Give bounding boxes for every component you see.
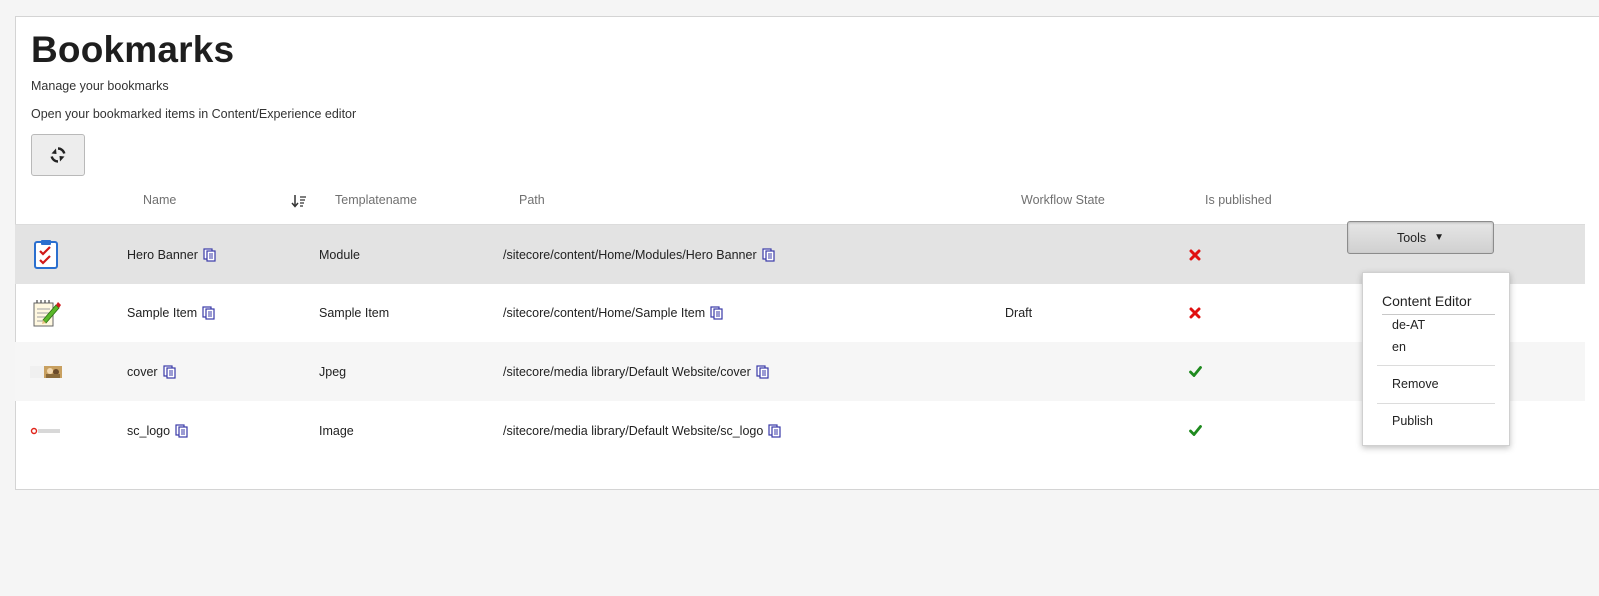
workflow-state: Draft (1005, 305, 1033, 320)
menu-item-remove[interactable]: Remove (1392, 377, 1439, 391)
copy-icon[interactable] (762, 247, 775, 262)
copy-icon[interactable] (768, 423, 781, 438)
tools-label: Tools (1396, 230, 1427, 245)
item-name[interactable]: cover (127, 365, 158, 379)
item-name[interactable]: Sample Item (127, 306, 197, 320)
table-row[interactable]: Sample Item Sample Item /sitecore/conten… (15, 283, 1585, 342)
menu-divider (1377, 365, 1495, 366)
copy-icon[interactable] (175, 423, 188, 438)
table-row[interactable]: sc_logo Image /sitecore/media library/De… (15, 401, 1585, 460)
refresh-button[interactable] (31, 134, 85, 176)
sitecore-logo-thumbnail (29, 401, 63, 460)
column-header-name[interactable]: Name (143, 193, 176, 207)
tools-dropdown-menu: Content Editor de-AT en Remove Publish (1362, 272, 1510, 446)
item-path: /sitecore/media library/Default Website/… (503, 423, 764, 438)
copy-icon[interactable] (710, 305, 723, 320)
menu-divider (1382, 314, 1495, 315)
item-name[interactable]: sc_logo (127, 424, 170, 438)
notepad-pencil-icon (29, 283, 63, 342)
column-header-workflow-state[interactable]: Workflow State (1021, 193, 1105, 207)
template-name: Image (319, 423, 354, 438)
page-subtitle: Manage your bookmarks (31, 79, 169, 93)
column-header-templatename[interactable]: Templatename (335, 193, 417, 207)
copy-icon[interactable] (162, 364, 176, 379)
column-header-is-published[interactable]: Is published (1205, 193, 1272, 207)
tools-button[interactable]: Tools ▼ (1347, 221, 1494, 254)
template-name: Module (319, 247, 360, 262)
menu-heading-content-editor: Content Editor (1382, 293, 1472, 309)
item-path: /sitecore/content/Home/Modules/Hero Bann… (503, 247, 757, 262)
item-path: /sitecore/media library/Default Website/… (503, 364, 751, 379)
published-check-icon (1189, 401, 1202, 460)
item-path: /sitecore/content/Home/Sample Item (503, 305, 706, 320)
template-name: Sample Item (319, 305, 390, 320)
page-description: Open your bookmarked items in Content/Ex… (31, 107, 357, 121)
table-row[interactable]: cover Jpeg /sitecore/media library/Defau… (15, 342, 1585, 401)
menu-divider (1377, 403, 1495, 404)
image-thumbnail-icon (29, 342, 63, 401)
checklist-icon (29, 225, 63, 284)
not-published-icon (1189, 283, 1201, 342)
sort-descending-icon[interactable] (291, 194, 307, 208)
item-name[interactable]: Hero Banner (127, 248, 198, 262)
not-published-icon (1189, 225, 1201, 284)
page-title: Bookmarks (31, 29, 235, 70)
caret-down-icon: ▼ (1434, 232, 1445, 243)
copy-icon[interactable] (202, 305, 215, 320)
copy-icon[interactable] (756, 364, 769, 379)
refresh-icon (50, 147, 66, 163)
template-name: Jpeg (319, 364, 347, 379)
menu-item-publish[interactable]: Publish (1392, 414, 1433, 428)
menu-item-language[interactable]: de-AT (1392, 318, 1425, 332)
published-check-icon (1189, 342, 1202, 401)
menu-item-language[interactable]: en (1392, 340, 1406, 354)
copy-icon[interactable] (203, 247, 216, 262)
column-header-path[interactable]: Path (519, 193, 545, 207)
